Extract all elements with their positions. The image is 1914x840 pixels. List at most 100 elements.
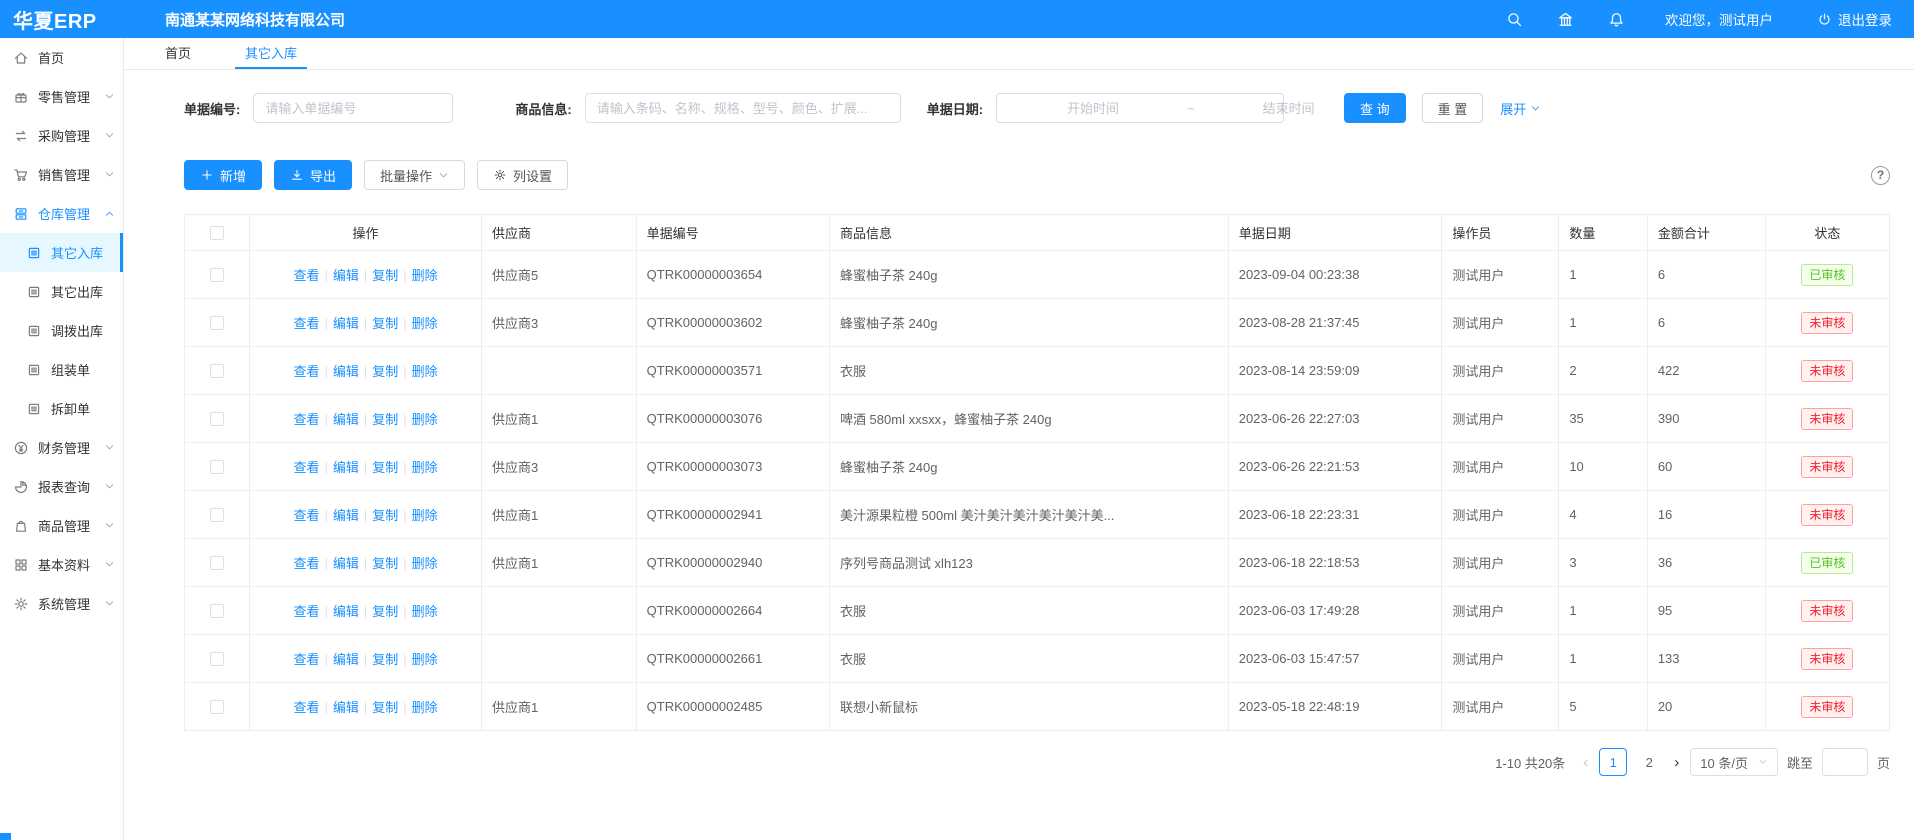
bell-icon[interactable]	[1608, 11, 1625, 28]
action-link-0[interactable]: 查看	[293, 652, 319, 667]
action-link-2[interactable]: 复制	[372, 316, 398, 331]
row-checkbox[interactable]	[210, 412, 224, 426]
sidebar-item-purchase[interactable]: 采购管理	[0, 116, 123, 155]
next-page-button[interactable]: ›	[1672, 754, 1681, 771]
action-link-3[interactable]: 删除	[412, 412, 438, 427]
column-settings-button[interactable]: 列设置	[477, 160, 568, 190]
help-icon[interactable]: ?	[1871, 166, 1890, 185]
row-checkbox[interactable]	[210, 556, 224, 570]
action-link-1[interactable]: 编辑	[333, 556, 359, 571]
sidebar-item-goods[interactable]: 商品管理	[0, 506, 123, 545]
tab-other-inbound[interactable]: 其它入库	[235, 38, 307, 69]
action-link-0[interactable]: 查看	[293, 508, 319, 523]
action-link-3[interactable]: 删除	[412, 556, 438, 571]
sidebar-item-system[interactable]: 系统管理	[0, 584, 123, 623]
row-checkbox[interactable]	[210, 604, 224, 618]
topbar: 华夏ERP 南通某某网络科技有限公司 欢迎您，测试用户 退出登录	[0, 0, 1914, 38]
sidebar-item-transfer-out[interactable]: 调拨出库	[0, 311, 123, 350]
action-link-1[interactable]: 编辑	[333, 460, 359, 475]
row-checkbox[interactable]	[210, 460, 224, 474]
action-link-2[interactable]: 复制	[372, 268, 398, 283]
action-link-0[interactable]: 查看	[293, 364, 319, 379]
sidebar-item-basic[interactable]: 基本资料	[0, 545, 123, 584]
action-link-0[interactable]: 查看	[293, 460, 319, 475]
action-link-1[interactable]: 编辑	[333, 508, 359, 523]
sidebar-item-disassembly[interactable]: 拆卸单	[0, 389, 123, 428]
action-link-1[interactable]: 编辑	[333, 604, 359, 619]
page-button-1[interactable]: 1	[1599, 748, 1627, 776]
action-link-0[interactable]: 查看	[293, 556, 319, 571]
sidebar-item-other-in[interactable]: 其它入库	[0, 233, 123, 272]
jump-page-input[interactable]	[1822, 748, 1868, 776]
date-start-input[interactable]	[1005, 101, 1181, 116]
batch-actions-button[interactable]: 批量操作	[364, 160, 465, 190]
sidebar-item-finance[interactable]: 财务管理	[0, 428, 123, 467]
sidebar-item-report[interactable]: 报表查询	[0, 467, 123, 506]
action-link-1[interactable]: 编辑	[333, 700, 359, 715]
action-link-3[interactable]: 删除	[412, 508, 438, 523]
select-all-checkbox[interactable]	[210, 226, 224, 240]
logout-button[interactable]: 退出登录	[1817, 9, 1892, 29]
export-button[interactable]: 导出	[274, 160, 352, 190]
action-link-0[interactable]: 查看	[293, 604, 319, 619]
action-link-1[interactable]: 编辑	[333, 652, 359, 667]
action-link-1[interactable]: 编辑	[333, 364, 359, 379]
status-cell: 已审核	[1765, 539, 1889, 587]
row-checkbox[interactable]	[210, 268, 224, 282]
action-link-1[interactable]: 编辑	[333, 412, 359, 427]
row-checkbox[interactable]	[210, 652, 224, 666]
search-button[interactable]: 查 询	[1344, 93, 1406, 123]
action-link-0[interactable]: 查看	[293, 700, 319, 715]
action-link-0[interactable]: 查看	[293, 316, 319, 331]
operator-cell: 测试用户	[1442, 587, 1559, 635]
action-link-3[interactable]: 删除	[412, 460, 438, 475]
welcome-text[interactable]: 欢迎您，测试用户	[1665, 9, 1773, 29]
add-button[interactable]: 新增	[184, 160, 262, 190]
action-separator: |	[324, 460, 327, 475]
action-link-2[interactable]: 复制	[372, 508, 398, 523]
page-size-select[interactable]: 10 条/页	[1690, 748, 1778, 776]
sidebar-item-retail[interactable]: 零售管理	[0, 77, 123, 116]
product-info-input[interactable]	[585, 93, 901, 123]
tab-home[interactable]: 首页	[155, 38, 201, 69]
action-link-3[interactable]: 删除	[412, 652, 438, 667]
action-link-0[interactable]: 查看	[293, 412, 319, 427]
date-range-picker[interactable]: ~	[996, 93, 1284, 123]
action-link-2[interactable]: 复制	[372, 700, 398, 715]
search-icon[interactable]	[1506, 11, 1523, 28]
action-link-2[interactable]: 复制	[372, 556, 398, 571]
sidebar-item-assembly[interactable]: 组装单	[0, 350, 123, 389]
sidebar-item-home[interactable]: 首页	[0, 38, 123, 77]
sidebar-item-other-out[interactable]: 其它出库	[0, 272, 123, 311]
action-link-2[interactable]: 复制	[372, 604, 398, 619]
order-no-input[interactable]	[253, 93, 453, 123]
action-link-0[interactable]: 查看	[293, 268, 319, 283]
reset-button[interactable]: 重 置	[1422, 93, 1484, 123]
action-link-2[interactable]: 复制	[372, 652, 398, 667]
amount-cell: 6	[1647, 299, 1765, 347]
action-link-1[interactable]: 编辑	[333, 268, 359, 283]
row-checkbox[interactable]	[210, 508, 224, 522]
action-link-2[interactable]: 复制	[372, 460, 398, 475]
action-link-3[interactable]: 删除	[412, 268, 438, 283]
sidebar-item-sales[interactable]: 销售管理	[0, 155, 123, 194]
row-checkbox[interactable]	[210, 316, 224, 330]
action-link-1[interactable]: 编辑	[333, 316, 359, 331]
action-link-3[interactable]: 删除	[412, 604, 438, 619]
expand-link[interactable]: 展开	[1500, 99, 1541, 118]
toolbar: 新增 导出 批量操作 列设置 ?	[184, 160, 1890, 190]
action-separator: |	[403, 460, 406, 475]
row-checkbox[interactable]	[210, 364, 224, 378]
sidebar-item-warehouse[interactable]: 仓库管理	[0, 194, 123, 233]
action-link-2[interactable]: 复制	[372, 412, 398, 427]
platform-icon[interactable]	[1557, 11, 1574, 28]
action-link-3[interactable]: 删除	[412, 364, 438, 379]
row-actions-cell: 查看|编辑|复制|删除	[250, 539, 482, 587]
action-link-3[interactable]: 删除	[412, 700, 438, 715]
row-checkbox[interactable]	[210, 700, 224, 714]
action-link-3[interactable]: 删除	[412, 316, 438, 331]
prev-page-button[interactable]: ‹	[1581, 754, 1590, 771]
action-link-2[interactable]: 复制	[372, 364, 398, 379]
page-button-2[interactable]: 2	[1635, 748, 1663, 776]
qty-cell: 3	[1559, 539, 1648, 587]
